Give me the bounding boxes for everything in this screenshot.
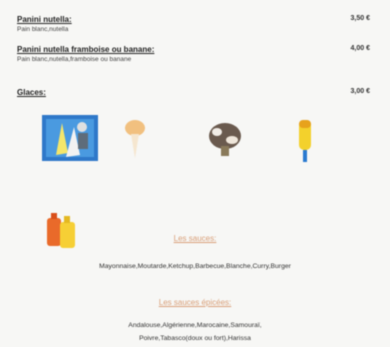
spicy-sauces-line-2: Poivre,Tabasco(doux ou fort),Harissa (139, 335, 251, 342)
item-description: Pain blanc,nutella,framboise ou banane (17, 56, 132, 63)
sauces-heading: Les sauces: (0, 228, 390, 246)
menu-item-panini-framboise: Panini nutella framboise ou banane: 4,00… (17, 45, 370, 54)
spicy-sauces-line-1: Andalouse,Algérienne,Marocaine,Samouraï, (128, 322, 262, 329)
ice-cream-image-2 (125, 120, 145, 158)
ice-cream-image-4 (299, 120, 311, 162)
glaces-title: Glaces: (17, 88, 46, 97)
item-title: Panini nutella framboise ou banane: (17, 45, 155, 54)
item-price: 3,50 € (350, 15, 370, 22)
menu-item-panini-nutella: Panini nutella: 3,50 € (17, 15, 370, 24)
sauces-title: Les sauces: (173, 234, 217, 243)
spicy-sauces-heading: Les sauces épicées: (0, 292, 390, 310)
ice-cream-image-3 (209, 123, 241, 156)
ice-cream-image-1 (42, 115, 98, 161)
item-title: Panini nutella: (17, 15, 72, 24)
menu-page: Panini nutella: 3,50 € Pain blanc,nutell… (0, 0, 390, 347)
item-description: Pain blanc,nutella (17, 26, 69, 33)
glaces-section: Glaces: 3,00 € (17, 88, 370, 97)
glaces-price: 3,00 € (350, 88, 370, 95)
sauces-list: Mayonnaise,Moutarde,Ketchup,Barbecue,Bla… (99, 263, 291, 270)
spicy-sauces-title: Les sauces épicées: (158, 298, 232, 307)
item-price: 4,00 € (350, 45, 370, 52)
